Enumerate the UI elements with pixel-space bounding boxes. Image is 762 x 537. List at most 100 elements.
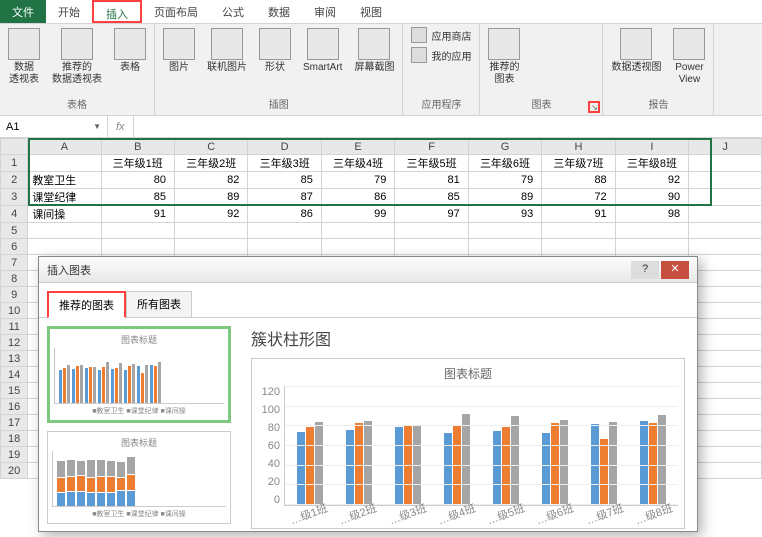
cell[interactable] [395, 239, 468, 255]
cell[interactable] [689, 206, 762, 223]
cell[interactable] [28, 223, 101, 239]
cell[interactable] [689, 335, 762, 351]
line-chart-icon[interactable] [552, 28, 574, 44]
cell[interactable]: 97 [395, 206, 468, 223]
col-header[interactable]: G [468, 139, 541, 155]
fx-icon[interactable]: fx [116, 121, 125, 133]
row-header[interactable]: 14 [1, 367, 28, 383]
cell[interactable]: 99 [321, 206, 394, 223]
cell[interactable] [689, 172, 762, 189]
cell[interactable] [395, 223, 468, 239]
cell[interactable]: 80 [101, 172, 174, 189]
cell[interactable] [689, 367, 762, 383]
row-header[interactable]: 2 [1, 172, 28, 189]
cell[interactable]: 86 [321, 189, 394, 206]
power-view-button[interactable]: PowerView [669, 26, 709, 88]
other-chart-icon[interactable] [576, 46, 598, 62]
row-header[interactable]: 19 [1, 447, 28, 463]
tab-recommended-charts[interactable]: 推荐的图表 [47, 291, 126, 318]
cell[interactable]: 79 [468, 172, 541, 189]
cell[interactable]: 93 [468, 206, 541, 223]
cell[interactable] [468, 223, 541, 239]
row-header[interactable]: 4 [1, 206, 28, 223]
cell[interactable] [321, 239, 394, 255]
cell[interactable]: 79 [321, 172, 394, 189]
cell[interactable] [542, 223, 615, 239]
online-picture-button[interactable]: 联机图片 [203, 26, 251, 76]
row-header[interactable]: 10 [1, 303, 28, 319]
cell[interactable] [689, 431, 762, 447]
col-header[interactable]: J [689, 139, 762, 155]
cell[interactable]: 85 [248, 172, 321, 189]
pivot-table-button[interactable]: 数据透视表 [4, 26, 44, 88]
tab-formula[interactable]: 公式 [210, 0, 256, 23]
cell[interactable] [689, 463, 762, 479]
row-header[interactable]: 18 [1, 431, 28, 447]
cell[interactable]: 85 [395, 189, 468, 206]
row-header[interactable]: 20 [1, 463, 28, 479]
dialog-close-button[interactable]: ✕ [661, 261, 689, 279]
cell[interactable]: 90 [615, 189, 688, 206]
cell[interactable]: 三年级4班 [321, 155, 394, 172]
cell[interactable]: 82 [174, 172, 247, 189]
my-apps-button[interactable]: 我的应用 [407, 46, 475, 64]
cell[interactable]: 教室卫生 [28, 172, 101, 189]
shapes-button[interactable]: 形状 [255, 26, 295, 76]
smartart-button[interactable]: SmartArt [299, 26, 346, 76]
pivot-chart-button[interactable]: 数据透视图 [607, 26, 665, 76]
scatter-chart-icon[interactable] [552, 46, 574, 62]
tab-file[interactable]: 文件 [0, 0, 46, 23]
cell[interactable] [615, 223, 688, 239]
name-box[interactable]: A1▼ [0, 116, 108, 137]
row-header[interactable]: 3 [1, 189, 28, 206]
cell[interactable]: 85 [101, 189, 174, 206]
cell[interactable]: 三年级2班 [174, 155, 247, 172]
cell[interactable] [28, 239, 101, 255]
cell[interactable]: 91 [101, 206, 174, 223]
table-button[interactable]: 表格 [110, 26, 150, 76]
row-header[interactable]: 6 [1, 239, 28, 255]
app-store-button[interactable]: 应用商店 [407, 26, 475, 44]
tab-data[interactable]: 数据 [256, 0, 302, 23]
bar-chart-icon[interactable] [528, 28, 550, 44]
cell[interactable] [689, 415, 762, 431]
cell[interactable]: 92 [615, 172, 688, 189]
area-chart-icon[interactable] [528, 46, 550, 62]
cell[interactable]: 89 [174, 189, 247, 206]
thumb-clustered-column[interactable]: 图表标题 ■教室卫生 ■课堂纪律 ■课间操 [47, 326, 231, 423]
row-header[interactable]: 15 [1, 383, 28, 399]
cell[interactable] [689, 383, 762, 399]
cell[interactable] [689, 155, 762, 172]
cell[interactable] [28, 155, 101, 172]
cell[interactable] [101, 239, 174, 255]
thumb-stacked-column[interactable]: 图表标题 ■教室卫生 ■课堂纪律 ■课间操 [47, 431, 231, 524]
combo-chart-icon[interactable] [552, 64, 574, 80]
cell[interactable]: 72 [542, 189, 615, 206]
select-all-cell[interactable] [1, 139, 28, 155]
cell[interactable] [101, 223, 174, 239]
picture-button[interactable]: 图片 [159, 26, 199, 76]
screenshot-button[interactable]: 屏幕截图 [350, 26, 398, 76]
row-header[interactable]: 13 [1, 351, 28, 367]
namebox-dropdown-icon[interactable]: ▼ [93, 122, 101, 131]
cell[interactable] [174, 223, 247, 239]
row-header[interactable]: 7 [1, 255, 28, 271]
row-header[interactable]: 8 [1, 271, 28, 287]
charts-dialog-launcher[interactable]: ↘ [588, 101, 600, 113]
cell[interactable]: 三年级7班 [542, 155, 615, 172]
pie-chart-icon[interactable] [576, 28, 598, 44]
cell[interactable] [248, 239, 321, 255]
col-header[interactable]: I [615, 139, 688, 155]
cell[interactable]: 89 [468, 189, 541, 206]
cell[interactable] [689, 351, 762, 367]
cell[interactable]: 三年级1班 [101, 155, 174, 172]
dialog-titlebar[interactable]: 插入图表 ? ✕ [39, 257, 697, 283]
cell[interactable]: 81 [395, 172, 468, 189]
cell[interactable]: 课间操 [28, 206, 101, 223]
dialog-help-button[interactable]: ? [631, 261, 659, 279]
tab-insert[interactable]: 插入 [92, 0, 142, 23]
row-header[interactable]: 17 [1, 415, 28, 431]
cell[interactable] [615, 239, 688, 255]
cell[interactable]: 87 [248, 189, 321, 206]
cell[interactable] [248, 223, 321, 239]
